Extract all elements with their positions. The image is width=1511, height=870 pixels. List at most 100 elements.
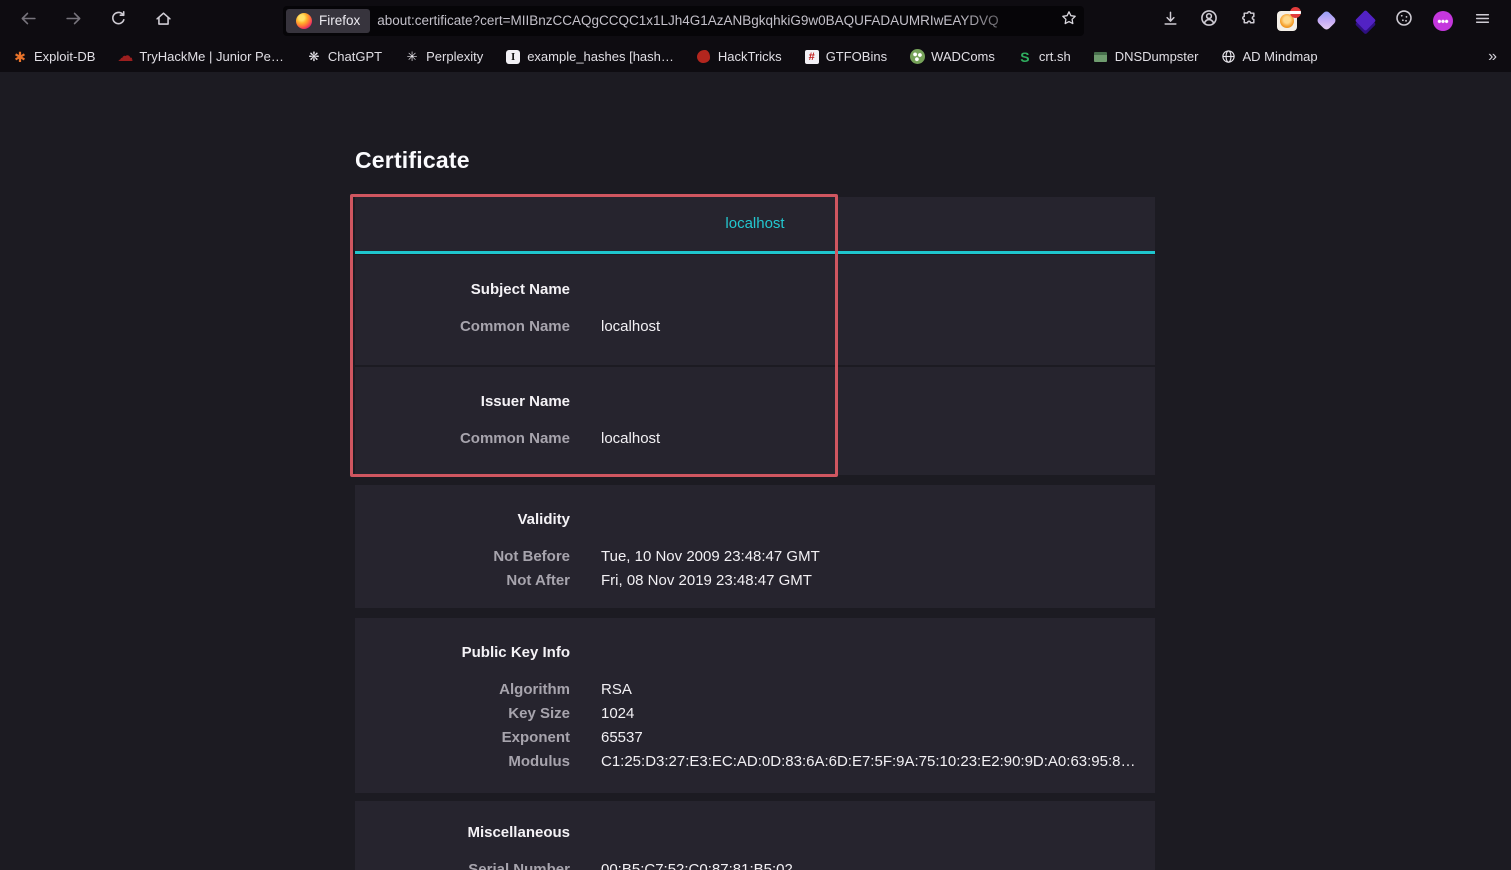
field-label: Common Name xyxy=(355,315,570,339)
subject-name-section: Subject Name Common Name localhost xyxy=(355,255,1155,365)
account-icon xyxy=(1200,9,1218,32)
miscellaneous-section: Miscellaneous Serial Number 00:B5:C7:52:… xyxy=(355,801,1155,870)
field-label: Modulus xyxy=(355,750,570,774)
url-text[interactable]: about:certificate?cert=MIIBnzCCAQgCCQC1x… xyxy=(377,13,1054,28)
bookmark-label: AD Mindmap xyxy=(1242,49,1317,64)
field-value: C1:25:D3:27:E3:EC:AD:0D:83:6A:6D:E7:5F:9… xyxy=(601,750,1155,774)
bookmark-star-button[interactable] xyxy=(1054,7,1084,35)
exploit-db-favicon: ✱ xyxy=(12,49,28,65)
navigation-toolbar: Firefox about:certificate?cert=MIIBnzCCA… xyxy=(0,0,1511,41)
bookmark-hacktricks[interactable]: HackTricks xyxy=(696,49,782,65)
cookie-icon xyxy=(1395,9,1413,32)
account-button[interactable] xyxy=(1194,7,1224,35)
forward-button[interactable] xyxy=(58,7,88,35)
bookmark-example-hashes[interactable]: I example_hashes [hash… xyxy=(505,49,674,65)
home-icon xyxy=(155,10,172,32)
bookmark-tryhackme[interactable]: ☁ TryHackMe | Junior Pe… xyxy=(117,49,284,65)
field-value: RSA xyxy=(601,678,1155,702)
dark-diamond-icon xyxy=(1354,10,1375,31)
field-label: Common Name xyxy=(355,427,570,451)
reload-button[interactable] xyxy=(103,7,133,35)
cookie-extension-button[interactable] xyxy=(1389,7,1419,35)
star-icon xyxy=(1061,10,1077,31)
section-heading: Issuer Name xyxy=(355,391,570,412)
bookmark-ad-mindmap[interactable]: AD Mindmap xyxy=(1220,49,1317,65)
bookmark-label: HackTricks xyxy=(718,49,782,64)
bookmark-label: crt.sh xyxy=(1039,49,1071,64)
bookmarks-overflow-chevron-icon[interactable]: » xyxy=(1488,48,1497,66)
firefox-logo-icon xyxy=(296,13,312,29)
field-label: Not After xyxy=(355,569,570,593)
field-label: Not Before xyxy=(355,545,570,569)
bookmark-label: DNSDumpster xyxy=(1115,49,1199,64)
bookmark-chatgpt[interactable]: ❋ ChatGPT xyxy=(306,49,382,65)
bookmark-label: ChatGPT xyxy=(328,49,382,64)
section-heading: Validity xyxy=(355,509,570,530)
dnsdumpster-favicon xyxy=(1094,52,1107,62)
public-key-info-section: Public Key Info Algorithm RSA Key Size 1… xyxy=(355,618,1155,793)
hashcat-favicon: I xyxy=(506,50,520,64)
crtsh-favicon: S xyxy=(1017,49,1033,65)
extension-light-diamond-button[interactable] xyxy=(1311,7,1341,35)
bookmark-label: Exploit-DB xyxy=(34,49,95,64)
bookmark-crtsh[interactable]: S crt.sh xyxy=(1017,49,1071,65)
bookmarks-toolbar: ✱ Exploit-DB ☁ TryHackMe | Junior Pe… ❋ … xyxy=(0,41,1511,72)
forward-icon xyxy=(65,10,82,32)
bookmark-exploit-db[interactable]: ✱ Exploit-DB xyxy=(12,49,95,65)
section-heading: Public Key Info xyxy=(355,642,570,663)
identity-chip[interactable]: Firefox xyxy=(286,9,370,33)
tiger-blocker-icon xyxy=(1277,11,1297,31)
bookmark-label: TryHackMe | Junior Pe… xyxy=(139,49,284,64)
home-button[interactable] xyxy=(148,7,178,35)
gtfobins-favicon: # xyxy=(805,50,819,64)
downloads-button[interactable] xyxy=(1155,7,1185,35)
bookmark-perplexity[interactable]: ✳ Perplexity xyxy=(404,49,483,65)
field-value: localhost xyxy=(601,427,1155,451)
tryhackme-cloud-favicon: ☁ xyxy=(117,49,133,65)
perplexity-favicon: ✳ xyxy=(404,49,420,65)
bookmark-dnsdumpster[interactable]: DNSDumpster xyxy=(1093,49,1199,65)
extension-dark-diamond-button[interactable] xyxy=(1350,7,1380,35)
validity-section: Validity Not Before Tue, 10 Nov 2009 23:… xyxy=(355,485,1155,608)
field-label: Serial Number xyxy=(355,858,570,870)
section-heading: Subject Name xyxy=(355,279,570,300)
field-label: Key Size xyxy=(355,702,570,726)
bookmark-label: Perplexity xyxy=(426,49,483,64)
field-value: localhost xyxy=(601,315,1155,339)
back-icon xyxy=(20,10,37,32)
field-value: 1024 xyxy=(601,702,1155,726)
bookmark-label: example_hashes [hash… xyxy=(527,49,674,64)
back-button[interactable] xyxy=(13,7,43,35)
tab-localhost[interactable]: localhost xyxy=(725,197,784,251)
download-icon xyxy=(1162,10,1179,32)
hacktricks-favicon xyxy=(697,50,710,63)
reload-icon xyxy=(110,10,127,32)
field-label: Algorithm xyxy=(355,678,570,702)
menu-button[interactable] xyxy=(1467,7,1497,35)
url-bar[interactable]: Firefox about:certificate?cert=MIIBnzCCA… xyxy=(283,6,1084,36)
proxy-icon xyxy=(1433,11,1453,31)
bookmark-wadcoms[interactable]: WADComs xyxy=(909,49,995,65)
proxy-extension-button[interactable] xyxy=(1428,7,1458,35)
adblocker-extension-button[interactable] xyxy=(1272,7,1302,35)
hamburger-menu-icon xyxy=(1474,10,1491,32)
bookmark-label: WADComs xyxy=(931,49,995,64)
bookmark-gtfobins[interactable]: # GTFOBins xyxy=(804,49,887,65)
extensions-button[interactable] xyxy=(1233,7,1263,35)
wadcoms-favicon xyxy=(910,49,925,64)
nav-button-group xyxy=(0,7,178,35)
issuer-name-section: Issuer Name Common Name localhost xyxy=(355,367,1155,475)
section-heading: Miscellaneous xyxy=(355,822,570,843)
field-label: Exponent xyxy=(355,726,570,750)
field-value: Fri, 08 Nov 2019 23:48:47 GMT xyxy=(601,569,1155,593)
bookmark-label: GTFOBins xyxy=(826,49,887,64)
field-value: 65537 xyxy=(601,726,1155,750)
globe-icon xyxy=(1220,49,1236,65)
field-value: 00:B5:C7:52:C0:87:81:B5:02 xyxy=(601,858,1155,870)
browser-chrome: Firefox about:certificate?cert=MIIBnzCCA… xyxy=(0,0,1511,72)
toolbar-right-group xyxy=(1155,7,1511,35)
certificate-page: Certificate localhost Subject Name Commo… xyxy=(0,72,1511,870)
puzzle-piece-icon xyxy=(1240,10,1257,32)
identity-chip-label: Firefox xyxy=(319,13,360,28)
light-diamond-icon xyxy=(1315,10,1336,31)
